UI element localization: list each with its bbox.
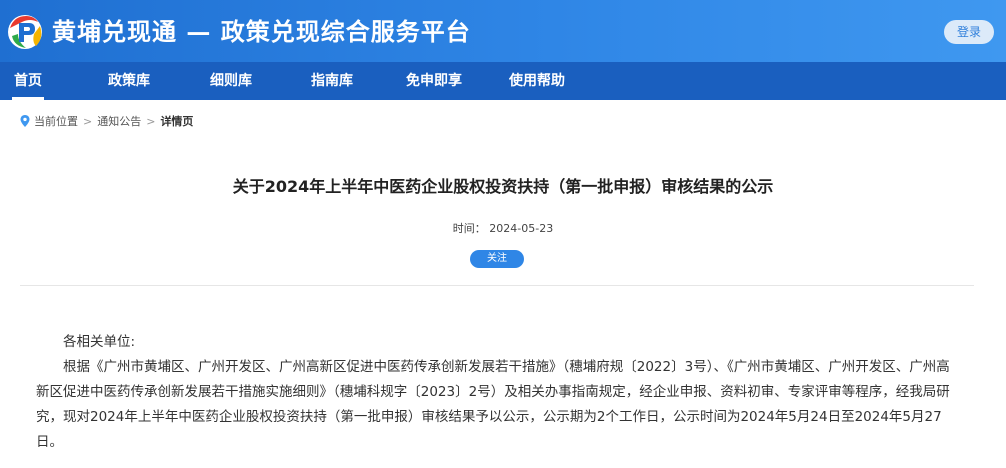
breadcrumb-separator: > <box>146 115 156 128</box>
article-title: 关于2024年上半年中医药企业股权投资扶持（第一批申报）审核结果的公示 <box>232 177 774 196</box>
nav-item-exempt-apply[interactable]: 免申即享 <box>406 62 462 100</box>
article-date: 时间： 2024-05-23 <box>0 222 1006 236</box>
location-pin-icon <box>20 115 30 127</box>
nav-item-home[interactable]: 首页 <box>12 62 44 100</box>
nav-item-rules-library[interactable]: 细则库 <box>210 62 252 100</box>
article-paragraph: 根据《广州市黄埔区、广州开发区、广州高新区促进中医药传承创新发展若干措施》（穗埔… <box>36 359 950 450</box>
breadcrumb-separator: > <box>83 115 93 128</box>
breadcrumb-item-detail: 详情页 <box>160 115 194 128</box>
follow-button[interactable]: 关注 <box>470 250 524 268</box>
nav-item-help[interactable]: 使用帮助 <box>509 62 565 100</box>
breadcrumb-item-notices[interactable]: 通知公告 <box>97 115 141 128</box>
nav-item-policy-library[interactable]: 政策库 <box>108 62 150 100</box>
nav-item-guide-library[interactable]: 指南库 <box>311 62 353 100</box>
date-label: 时间： <box>452 222 486 235</box>
site-header: 黄埔兑现通 — 政策兑现综合服务平台 登录 <box>0 0 1006 62</box>
breadcrumb: 当前位置 > 通知公告 > 详情页 <box>20 114 193 130</box>
divider <box>20 285 974 286</box>
article-body: 各相关单位: 根据《广州市黄埔区、广州开发区、广州高新区促进中医药传承创新发展若… <box>36 330 956 455</box>
login-button[interactable]: 登录 <box>944 20 994 44</box>
main-nav: 首页 政策库 细则库 指南库 免申即享 使用帮助 <box>0 62 1006 100</box>
breadcrumb-prefix: 当前位置 <box>34 115 78 128</box>
site-title: 黄埔兑现通 — 政策兑现综合服务平台 <box>52 17 471 46</box>
site-logo-icon[interactable] <box>4 12 46 52</box>
article-salutation: 各相关单位: <box>63 334 136 350</box>
date-value: 2024-05-23 <box>489 222 554 235</box>
